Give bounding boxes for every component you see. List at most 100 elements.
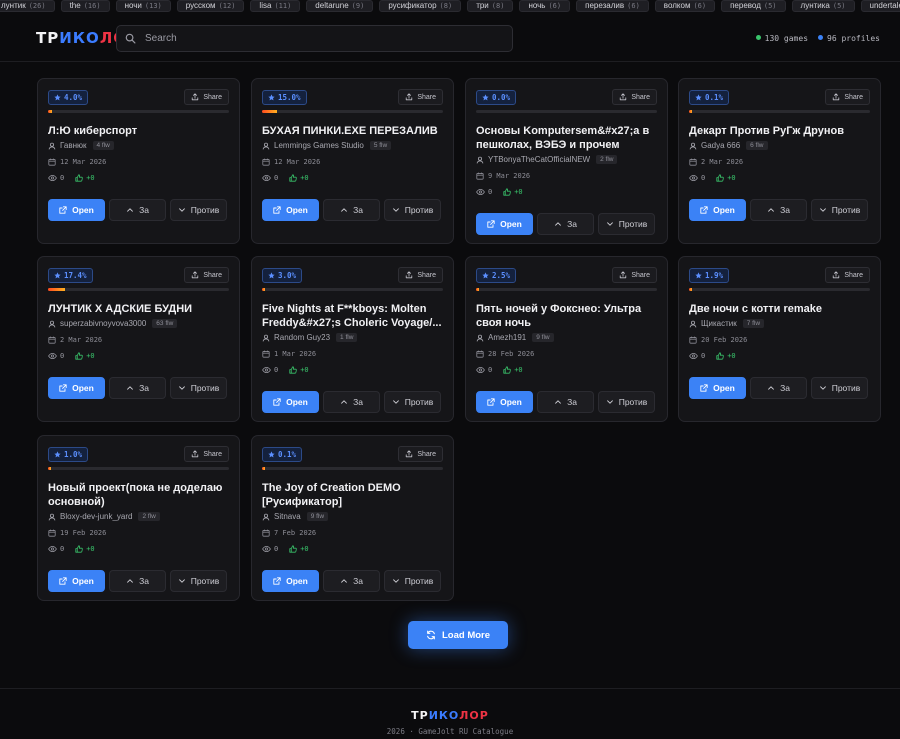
open-button[interactable]: Open xyxy=(262,199,319,221)
open-button[interactable]: Open xyxy=(689,199,746,221)
open-button[interactable]: Open xyxy=(476,391,533,413)
share-button[interactable]: Share xyxy=(612,89,657,105)
user-icon xyxy=(262,513,270,521)
vote-for-button[interactable]: За xyxy=(537,213,594,235)
game-title[interactable]: Две ночи с котти remake xyxy=(689,302,870,316)
tag-chip[interactable]: три (8) xyxy=(467,0,514,12)
tag-count: (6) xyxy=(693,2,707,10)
game-title[interactable]: Л:Ю киберспорт xyxy=(48,124,229,138)
game-title[interactable]: БУХАЯ ПИНКИ.EXE ПЕРЕЗАЛИВ xyxy=(262,124,443,138)
vote-for-button[interactable]: За xyxy=(537,391,594,413)
calendar-icon xyxy=(689,158,697,166)
search-input[interactable] xyxy=(145,33,485,44)
vote-against-button[interactable]: Против xyxy=(170,377,227,399)
game-title[interactable]: ЛУНТИК Х АДСКИЕ БУДНИ xyxy=(48,302,229,316)
open-button[interactable]: Open xyxy=(262,391,319,413)
star-icon xyxy=(268,451,275,458)
vote-against-button[interactable]: Против xyxy=(811,377,868,399)
tag-chip[interactable]: ночь (6) xyxy=(519,0,571,12)
rating-bar xyxy=(476,288,657,291)
game-title[interactable]: Five Nights at F**kboys: Molten Freddy&#… xyxy=(262,302,443,330)
game-title[interactable]: Основы Komputersem&#x27;a в пешколах, ВЭ… xyxy=(476,124,657,152)
counts-row: 0 +0 xyxy=(262,545,443,553)
vote-against-button[interactable]: Против xyxy=(384,199,441,221)
vote-against-button[interactable]: Против xyxy=(170,570,227,592)
game-title[interactable]: Пять ночей у Фокснео: Ультра своя ночь xyxy=(476,302,657,330)
author-row: Bloxy-dev-junk_yard 2 flw xyxy=(48,512,229,521)
chevron-down-icon xyxy=(819,206,827,214)
tag-chip[interactable]: deltarune (9) xyxy=(306,0,374,12)
followers-badge: 1 flw xyxy=(336,333,358,342)
vote-for-button[interactable]: За xyxy=(750,199,807,221)
tag-chip[interactable]: русификатор (8) xyxy=(379,0,462,12)
author-name[interactable]: Lemmings Games Studio xyxy=(274,141,364,150)
open-button[interactable]: Open xyxy=(48,377,105,399)
game-title[interactable]: Новый проект(пока не доделаю основной) xyxy=(48,481,229,509)
external-link-icon xyxy=(273,577,281,585)
load-more-button[interactable]: Load More xyxy=(408,621,508,649)
share-button[interactable]: Share xyxy=(184,446,229,462)
author-name[interactable]: Bloxy-dev-junk_yard xyxy=(60,512,132,521)
vote-against-button[interactable]: Против xyxy=(384,391,441,413)
vote-for-button[interactable]: За xyxy=(323,199,380,221)
tag-chip[interactable]: перевод (5) xyxy=(721,0,786,12)
external-link-icon xyxy=(59,577,67,585)
rating-badge: 3.0% xyxy=(262,268,303,283)
tag-chip[interactable]: the (16) xyxy=(60,0,110,12)
user-icon xyxy=(48,513,56,521)
share-button[interactable]: Share xyxy=(825,89,870,105)
rating-bar xyxy=(48,467,229,470)
author-name[interactable]: Щикастик xyxy=(701,319,737,328)
calendar-icon xyxy=(689,336,697,344)
share-button[interactable]: Share xyxy=(398,89,443,105)
vote-for-button[interactable]: За xyxy=(109,570,166,592)
author-name[interactable]: Гавнюк xyxy=(60,141,87,150)
views-count: 0 xyxy=(60,174,65,182)
game-title[interactable]: Декарт Против РуГж Друнов xyxy=(689,124,870,138)
followers-badge: 9 flw xyxy=(306,512,329,521)
tag-chip[interactable]: lisa (11) xyxy=(250,0,301,12)
game-title[interactable]: The Joy of Creation DEMO [Русификатор] xyxy=(262,481,443,509)
views-count: 0 xyxy=(60,545,65,553)
site-stats: 130 games 96 profiles xyxy=(755,34,880,43)
tag-chip[interactable]: лунтик (26) xyxy=(0,0,55,12)
vote-against-button[interactable]: Против xyxy=(598,391,655,413)
author-name[interactable]: Gadya 666 xyxy=(701,141,740,150)
tag-chip[interactable]: лунтика (5) xyxy=(791,0,855,12)
vote-for-button[interactable]: За xyxy=(323,391,380,413)
tag-chip[interactable]: перезалив (6) xyxy=(576,0,649,12)
author-name[interactable]: Random Guy23 xyxy=(274,333,330,342)
vote-against-button[interactable]: Против xyxy=(170,199,227,221)
search-box[interactable] xyxy=(116,25,513,52)
share-icon xyxy=(832,271,840,279)
share-button[interactable]: Share xyxy=(184,267,229,283)
tag-chip[interactable]: русском (12) xyxy=(176,0,245,12)
card-actions: Open За Против xyxy=(689,199,870,221)
vote-against-button[interactable]: Против xyxy=(384,570,441,592)
vote-for-button[interactable]: За xyxy=(109,377,166,399)
vote-for-button[interactable]: За xyxy=(109,199,166,221)
open-button[interactable]: Open xyxy=(48,199,105,221)
vote-for-button[interactable]: За xyxy=(323,570,380,592)
open-button[interactable]: Open xyxy=(262,570,319,592)
vote-against-button[interactable]: Против xyxy=(811,199,868,221)
date-row: 28 Feb 2026 xyxy=(476,350,657,358)
vote-for-button[interactable]: За xyxy=(750,377,807,399)
share-button[interactable]: Share xyxy=(184,89,229,105)
vote-against-button[interactable]: Против xyxy=(598,213,655,235)
author-name[interactable]: YTBonyaTheCatOfficialNEW xyxy=(488,155,590,164)
open-button[interactable]: Open xyxy=(48,570,105,592)
author-name[interactable]: Amezh191 xyxy=(488,333,526,342)
open-button[interactable]: Open xyxy=(476,213,533,235)
views-count: 0 xyxy=(274,366,279,374)
author-name[interactable]: Sitnava xyxy=(274,512,301,521)
share-button[interactable]: Share xyxy=(825,267,870,283)
share-button[interactable]: Share xyxy=(398,446,443,462)
tag-chip[interactable]: волком (6) xyxy=(654,0,716,12)
tag-chip[interactable]: ночи (13) xyxy=(115,0,171,12)
share-button[interactable]: Share xyxy=(398,267,443,283)
tag-chip[interactable]: undertale(5) xyxy=(860,0,900,12)
open-button[interactable]: Open xyxy=(689,377,746,399)
share-button[interactable]: Share xyxy=(612,267,657,283)
author-name[interactable]: superzabivnoyvova3000 xyxy=(60,319,146,328)
